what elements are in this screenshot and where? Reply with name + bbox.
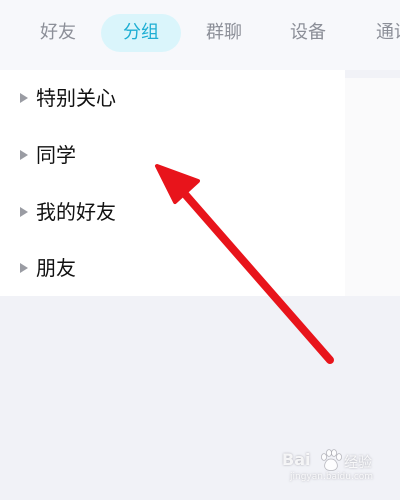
tab-bar: 好友 分组 群聊 设备 通讯	[0, 0, 400, 70]
group-label: 我的好友	[36, 200, 116, 224]
caret-right-icon	[20, 263, 28, 273]
group-label: 同学	[36, 143, 76, 167]
group-label: 朋友	[36, 256, 76, 280]
group-item-my-friends[interactable]: 我的好友	[0, 184, 345, 240]
tab-devices[interactable]: 设备	[276, 14, 340, 52]
group-item-friends[interactable]: 朋友	[0, 240, 345, 296]
caret-right-icon	[20, 207, 28, 217]
watermark: Bai 经验 jingyan.baidu.com	[282, 448, 392, 484]
tab-groups[interactable]: 分组	[101, 14, 181, 52]
group-label: 特别关心	[36, 86, 116, 110]
group-item-special-care[interactable]: 特别关心	[0, 70, 345, 126]
group-item-classmates[interactable]: 同学	[0, 127, 345, 183]
caret-right-icon	[20, 93, 28, 103]
side-panel-strip	[345, 78, 400, 296]
paw-icon	[321, 449, 342, 471]
group-list: 特别关心 同学 我的好友 朋友	[0, 70, 345, 296]
watermark-brand: Bai	[282, 450, 311, 469]
caret-right-icon	[20, 150, 28, 160]
watermark-sub: 经验	[344, 455, 372, 471]
tab-friends[interactable]: 好友	[26, 14, 90, 52]
watermark-url: jingyan.baidu.com	[290, 472, 374, 482]
tab-contacts[interactable]: 通讯	[362, 14, 400, 52]
tab-group-chats[interactable]: 群聊	[192, 14, 256, 52]
